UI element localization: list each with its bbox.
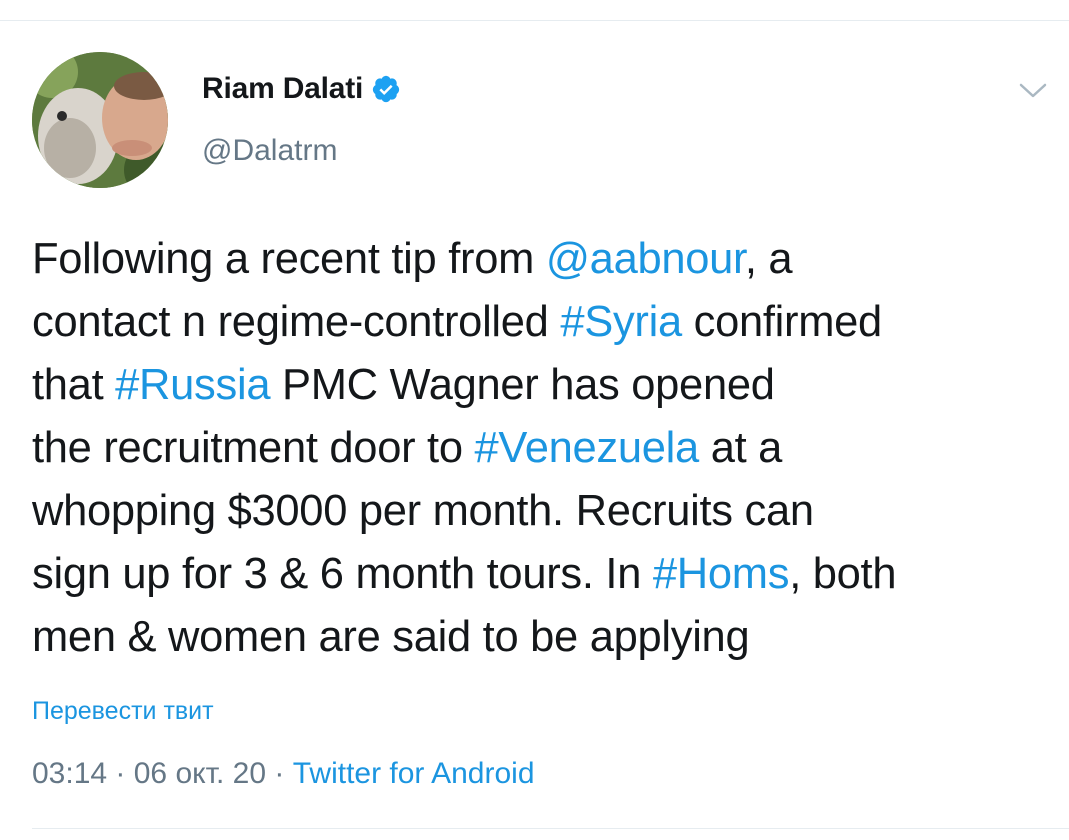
- tweet-text-segment: men & women are said to be applying: [32, 613, 750, 661]
- tweet-text-segment: Following a recent tip from: [32, 235, 546, 283]
- translate-tweet-link[interactable]: Перевести твит: [32, 697, 214, 726]
- tweet-date[interactable]: 06 окт. 20: [134, 757, 266, 790]
- avatar[interactable]: [32, 52, 168, 188]
- tweet-text-line: the recruitment door to #Venezuela at a: [32, 417, 1052, 480]
- chevron-down-icon[interactable]: [1018, 80, 1048, 102]
- bottom-divider: [32, 828, 1069, 829]
- tweet-text-segment: confirmed: [681, 298, 883, 346]
- tweet-meta: 03:14 · 06 окт. 20 · Twitter for Android: [32, 757, 535, 791]
- hashtag-link[interactable]: #Venezuela: [475, 424, 700, 472]
- tweet-text-segment: sign up for 3 & 6 month tours. In: [32, 550, 653, 598]
- hashtag-link[interactable]: #Homs: [653, 550, 790, 598]
- verified-badge-icon: [373, 75, 400, 103]
- tweet-text: Following a recent tip from @aabnour, ac…: [32, 228, 1052, 669]
- tweet-text-segment: contact n regime-controlled: [32, 298, 561, 346]
- tweet-text-line: contact n regime-controlled #Syria confi…: [32, 291, 1052, 354]
- tweet-text-segment: , a: [744, 235, 793, 283]
- tweet-text-line: whopping $3000 per month. Recruits can: [32, 480, 1052, 543]
- tweet-text-segment: , both: [789, 550, 897, 598]
- tweet-time[interactable]: 03:14: [32, 757, 107, 790]
- top-divider: [0, 20, 1069, 21]
- hashtag-link[interactable]: #Syria: [560, 298, 682, 346]
- tweet-text-segment: the recruitment door to: [32, 424, 475, 472]
- author-name[interactable]: Riam Dalati: [202, 72, 401, 106]
- tweet-text-line: Following a recent tip from @aabnour, a: [32, 228, 1052, 291]
- author-name-text[interactable]: Riam Dalati: [202, 72, 363, 106]
- tweet-text-segment: at a: [698, 424, 783, 472]
- tweet-text-segment: whopping $3000 per month. Recruits can: [32, 487, 814, 535]
- meta-separator: ·: [107, 757, 134, 790]
- tweet-source-link[interactable]: Twitter for Android: [293, 757, 535, 790]
- tweet-text-line: sign up for 3 & 6 month tours. In #Homs,…: [32, 543, 1052, 606]
- tweet-text-line: that #Russia PMC Wagner has opened: [32, 354, 1052, 417]
- meta-separator: ·: [266, 757, 293, 790]
- avatar-photo: [32, 52, 168, 188]
- tweet-text-line: men & women are said to be applying: [32, 606, 1052, 669]
- mention-link[interactable]: @aabnour: [546, 235, 745, 283]
- tweet-text-segment: that: [32, 361, 116, 409]
- hashtag-link[interactable]: #Russia: [115, 361, 270, 409]
- author-handle[interactable]: @Dalatrm: [202, 134, 337, 168]
- tweet-text-segment: PMC Wagner has opened: [270, 361, 775, 409]
